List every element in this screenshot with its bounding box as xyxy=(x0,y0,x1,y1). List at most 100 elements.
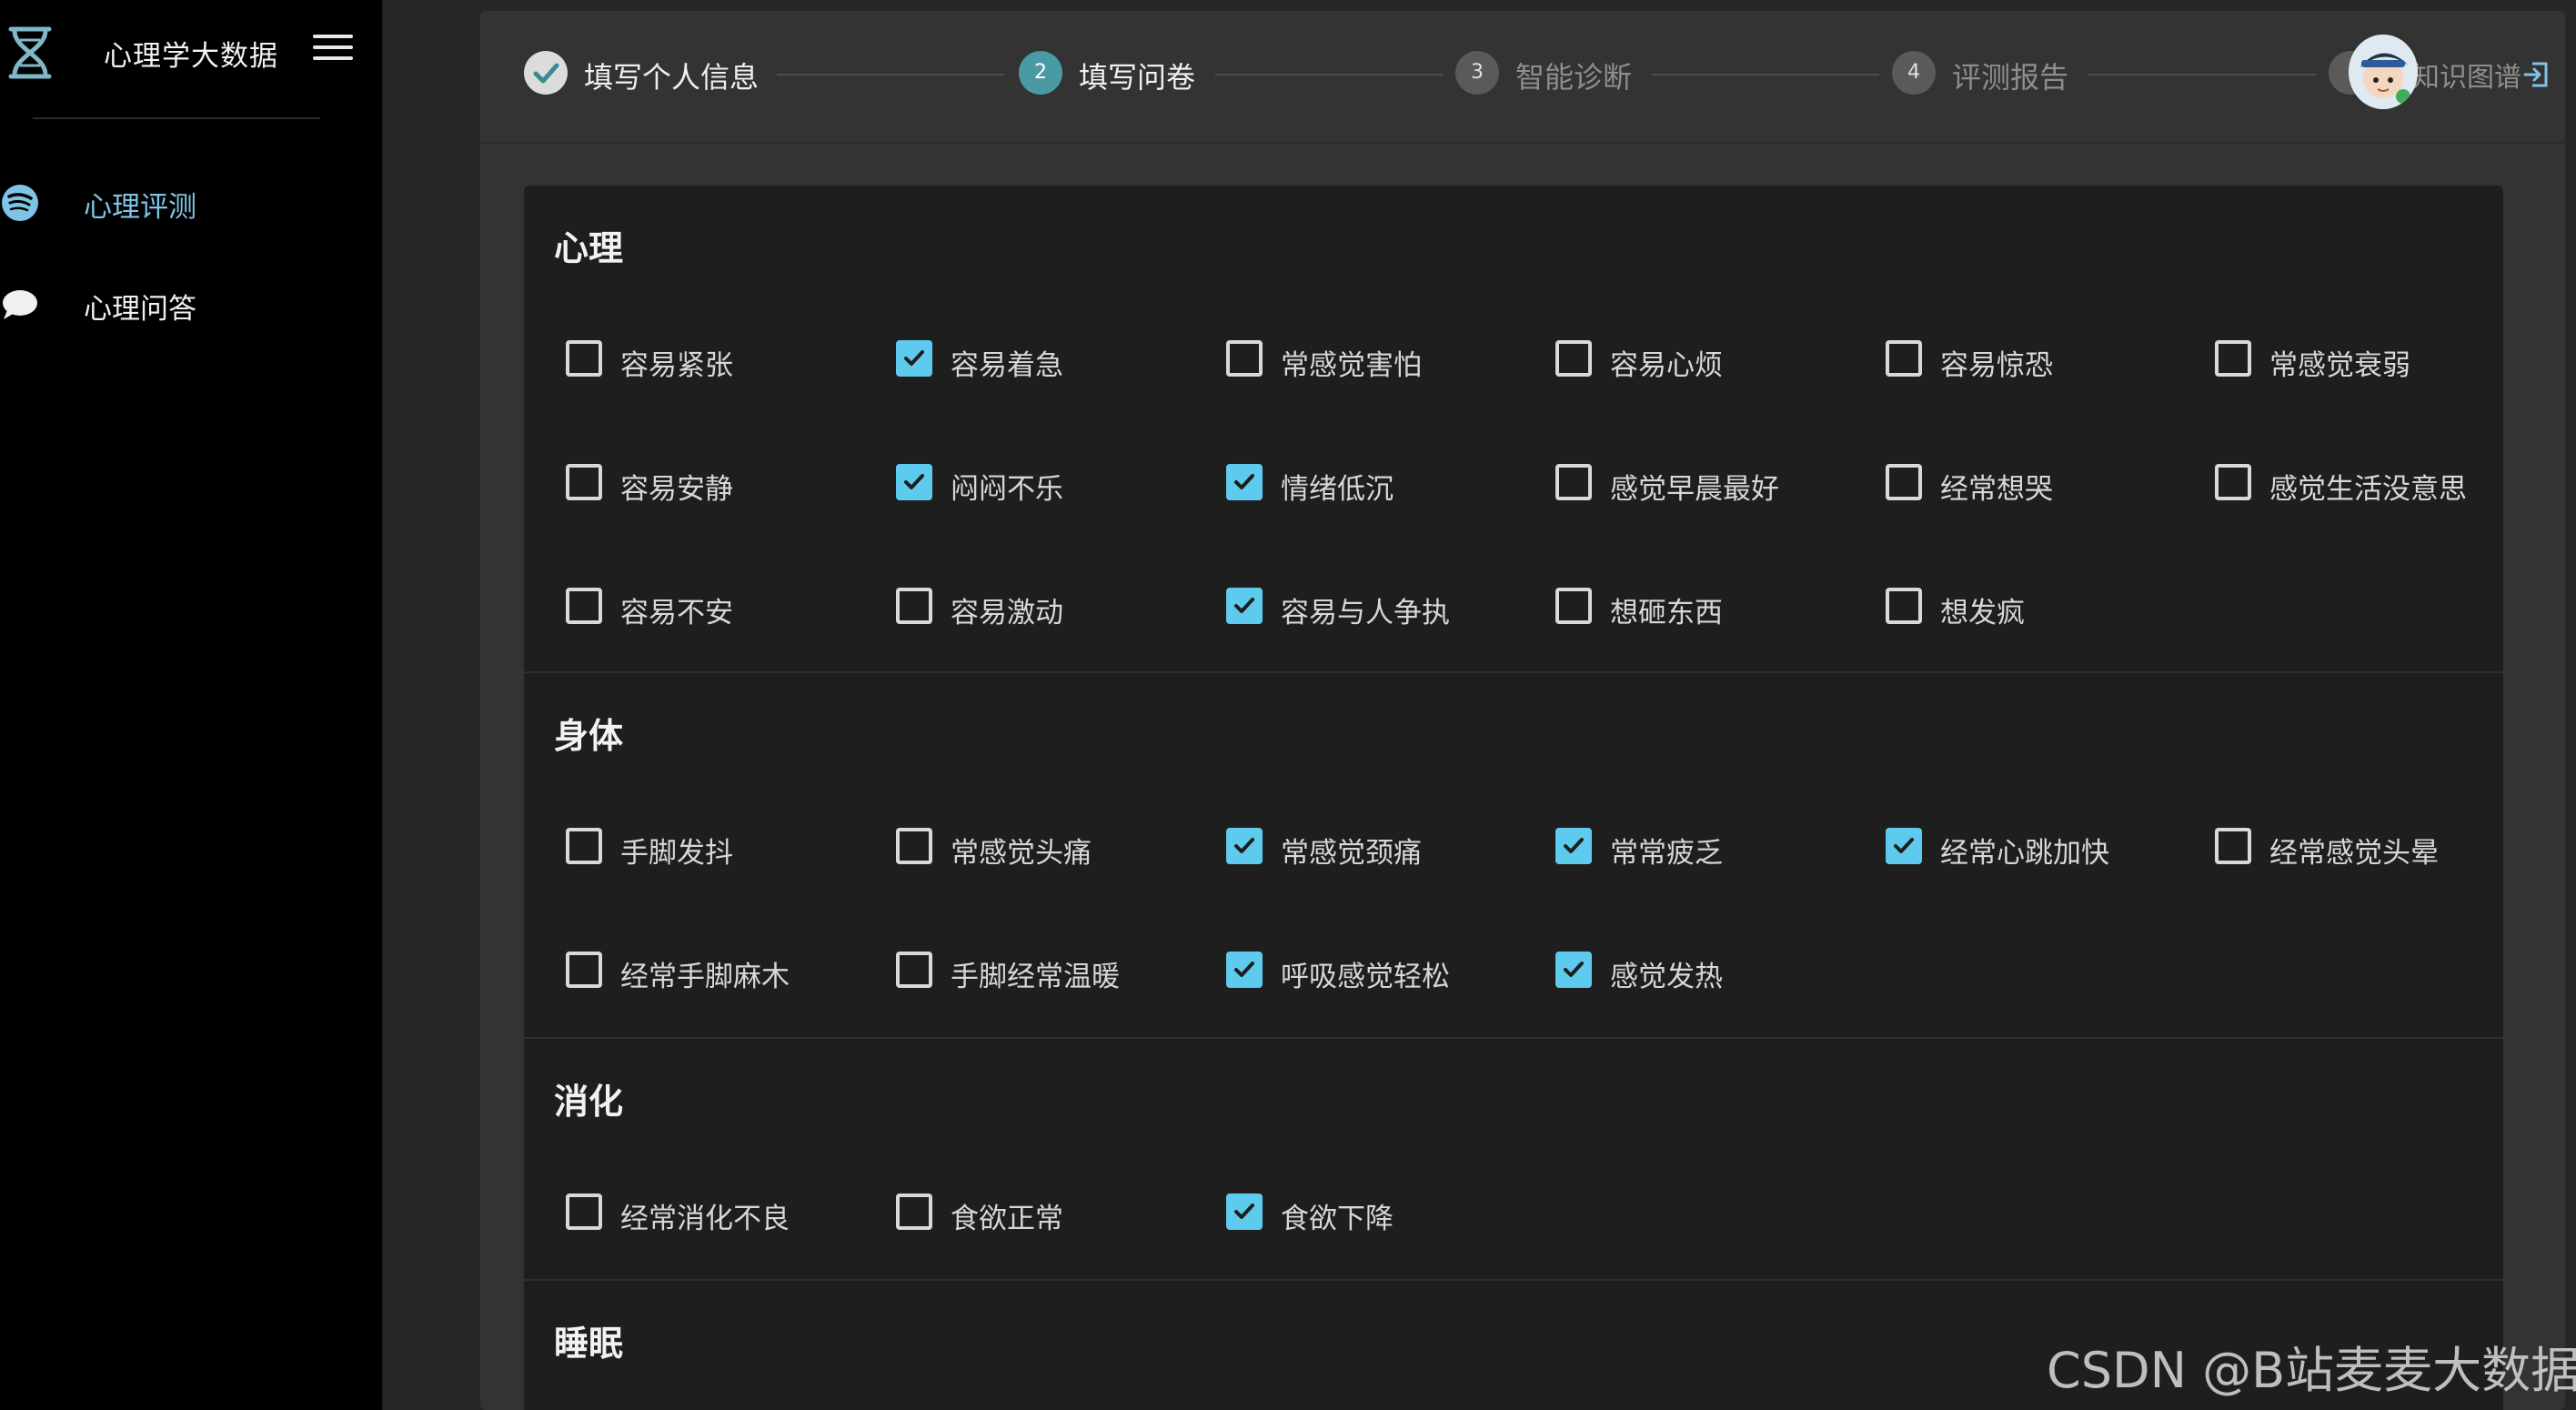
menu-toggle-icon[interactable] xyxy=(313,35,353,69)
checkbox-checked[interactable] xyxy=(1226,952,1263,988)
checkbox[interactable] xyxy=(566,588,602,624)
checkbox-checked[interactable] xyxy=(1226,588,1263,624)
checkbox-option[interactable]: 呼吸感觉轻松 xyxy=(1226,942,1535,997)
checkbox[interactable] xyxy=(1555,588,1592,624)
option-label: 经常消化不良 xyxy=(620,1203,790,1235)
checkbox-option[interactable]: 经常消化不良 xyxy=(566,1184,875,1239)
option-label: 想发疯 xyxy=(1940,597,2025,629)
option-label: 容易惊恐 xyxy=(1940,349,2053,382)
checkbox-checked[interactable] xyxy=(896,340,932,377)
option-label: 想砸东西 xyxy=(1610,597,1723,629)
logout-icon[interactable] xyxy=(2521,60,2551,89)
step-label: 智能诊断 xyxy=(1515,60,1633,95)
checkbox-option[interactable]: 感觉早晨最好 xyxy=(1555,455,1865,509)
checkbox[interactable] xyxy=(2215,340,2251,377)
option-label: 容易与人争执 xyxy=(1281,597,1450,629)
checkbox-option[interactable]: 食欲下降 xyxy=(1226,1184,1535,1239)
app-title: 心理学大数据 xyxy=(104,40,278,73)
checkbox[interactable] xyxy=(896,1193,932,1230)
option-label: 常感觉害怕 xyxy=(1281,349,1422,382)
checkbox[interactable] xyxy=(2215,464,2251,500)
step-label-knowledge-graph: 知识图谱 xyxy=(2412,62,2521,94)
option-label: 闷闷不乐 xyxy=(951,473,1063,506)
sidebar-item-psych-qa[interactable]: 心理问答 xyxy=(0,269,382,333)
option-label: 食欲正常 xyxy=(951,1203,1063,1235)
checkbox[interactable] xyxy=(566,464,602,500)
checkbox[interactable] xyxy=(1555,464,1592,500)
step-label: 填写个人信息 xyxy=(584,60,760,95)
dna-logo-icon xyxy=(8,26,52,79)
section-title: 身体 xyxy=(554,716,624,756)
checkbox-option[interactable]: 容易不安 xyxy=(566,579,875,633)
section-psychology: 心理 容易紧张 容易着急 常感觉害怕 容易心烦 容易惊恐 常感觉衰弱 容易安静 … xyxy=(524,186,2503,673)
step-number: 3 xyxy=(1455,51,1499,95)
checkbox-option[interactable]: 容易惊恐 xyxy=(1886,331,2195,386)
checkbox-option[interactable]: 情绪低沉 xyxy=(1226,455,1535,509)
checkbox-checked[interactable] xyxy=(1555,828,1592,864)
checkbox-option[interactable]: 容易心烦 xyxy=(1555,331,1865,386)
step-number: 2 xyxy=(1019,51,1062,95)
sidebar: 心理学大数据 心理评测 心理问答 xyxy=(0,0,384,1410)
checkbox-option[interactable]: 感觉生活没意思 xyxy=(2215,455,2503,509)
sidebar-item-label: 心理评测 xyxy=(84,191,196,224)
section-title: 睡眠 xyxy=(554,1324,624,1364)
checkbox[interactable] xyxy=(896,952,932,988)
checkbox-option[interactable]: 经常手脚麻木 xyxy=(566,942,875,997)
checkbox[interactable] xyxy=(1226,340,1263,377)
checkbox-option[interactable]: 食欲正常 xyxy=(896,1184,1205,1239)
checkbox-checked[interactable] xyxy=(1226,828,1263,864)
checkbox[interactable] xyxy=(566,1193,602,1230)
checkbox-option[interactable]: 经常心跳加快 xyxy=(1886,819,2195,873)
checkbox[interactable] xyxy=(566,828,602,864)
checkbox-option[interactable]: 想砸东西 xyxy=(1555,579,1865,633)
option-label: 经常手脚麻木 xyxy=(620,961,790,993)
checkbox-option[interactable]: 容易激动 xyxy=(896,579,1205,633)
checkbox-option[interactable]: 闷闷不乐 xyxy=(896,455,1205,509)
checkbox[interactable] xyxy=(1886,464,1922,500)
checkbox[interactable] xyxy=(896,828,932,864)
checkbox-checked[interactable] xyxy=(1555,952,1592,988)
step-label: 填写问卷 xyxy=(1079,60,1196,95)
checkbox-option[interactable]: 感觉发热 xyxy=(1555,942,1865,997)
checkbox-checked[interactable] xyxy=(1886,828,1922,864)
checkbox-option[interactable]: 容易安静 xyxy=(566,455,875,509)
option-label: 感觉早晨最好 xyxy=(1610,473,1779,506)
checkbox-checked[interactable] xyxy=(1226,1193,1263,1230)
steps-bar: 填写个人信息 2 填写问卷 3 智能诊断 4 评测报告 xyxy=(480,11,2565,144)
checkbox-option[interactable]: 常感觉颈痛 xyxy=(1226,819,1535,873)
sidebar-item-psych-test[interactable]: 心理评测 xyxy=(0,167,382,231)
checkbox-option[interactable]: 常感觉头痛 xyxy=(896,819,1205,873)
checkbox[interactable] xyxy=(896,588,932,624)
checkbox[interactable] xyxy=(2215,828,2251,864)
checkbox-option[interactable]: 容易着急 xyxy=(896,331,1205,386)
checkbox-option[interactable]: 手脚经常温暖 xyxy=(896,942,1205,997)
checkbox-option[interactable]: 想发疯 xyxy=(1886,579,2195,633)
checkbox-option[interactable]: 经常感觉头晕 xyxy=(2215,819,2503,873)
checkbox-option[interactable]: 手脚发抖 xyxy=(566,819,875,873)
section-digestion: 消化 经常消化不良 食欲正常 食欲下降 xyxy=(524,1039,2503,1281)
checkbox-option[interactable]: 经常想哭 xyxy=(1886,455,2195,509)
user-avatar[interactable] xyxy=(2349,35,2418,109)
option-label: 食欲下降 xyxy=(1281,1203,1394,1235)
option-label: 手脚经常温暖 xyxy=(951,961,1120,993)
option-label: 容易紧张 xyxy=(620,349,733,382)
checkbox[interactable] xyxy=(1886,340,1922,377)
checkbox-checked[interactable] xyxy=(896,464,932,500)
checkbox-option[interactable]: 常感觉衰弱 xyxy=(2215,331,2503,386)
option-label: 容易激动 xyxy=(951,597,1063,629)
option-label: 经常想哭 xyxy=(1940,473,2053,506)
checkbox-checked[interactable] xyxy=(1226,464,1263,500)
checkbox[interactable] xyxy=(566,340,602,377)
sidebar-item-label: 心理问答 xyxy=(84,293,196,326)
option-label: 常常疲乏 xyxy=(1610,837,1723,870)
checkbox-option[interactable]: 容易紧张 xyxy=(566,331,875,386)
checkbox[interactable] xyxy=(1555,340,1592,377)
checkbox[interactable] xyxy=(566,952,602,988)
checkbox-option[interactable]: 容易与人争执 xyxy=(1226,579,1535,633)
step-connector xyxy=(1652,74,1879,76)
checkbox[interactable] xyxy=(1886,588,1922,624)
option-label: 容易着急 xyxy=(951,349,1063,382)
step-label: 评测报告 xyxy=(1952,60,2069,95)
checkbox-option[interactable]: 常感觉害怕 xyxy=(1226,331,1535,386)
checkbox-option[interactable]: 常常疲乏 xyxy=(1555,819,1865,873)
